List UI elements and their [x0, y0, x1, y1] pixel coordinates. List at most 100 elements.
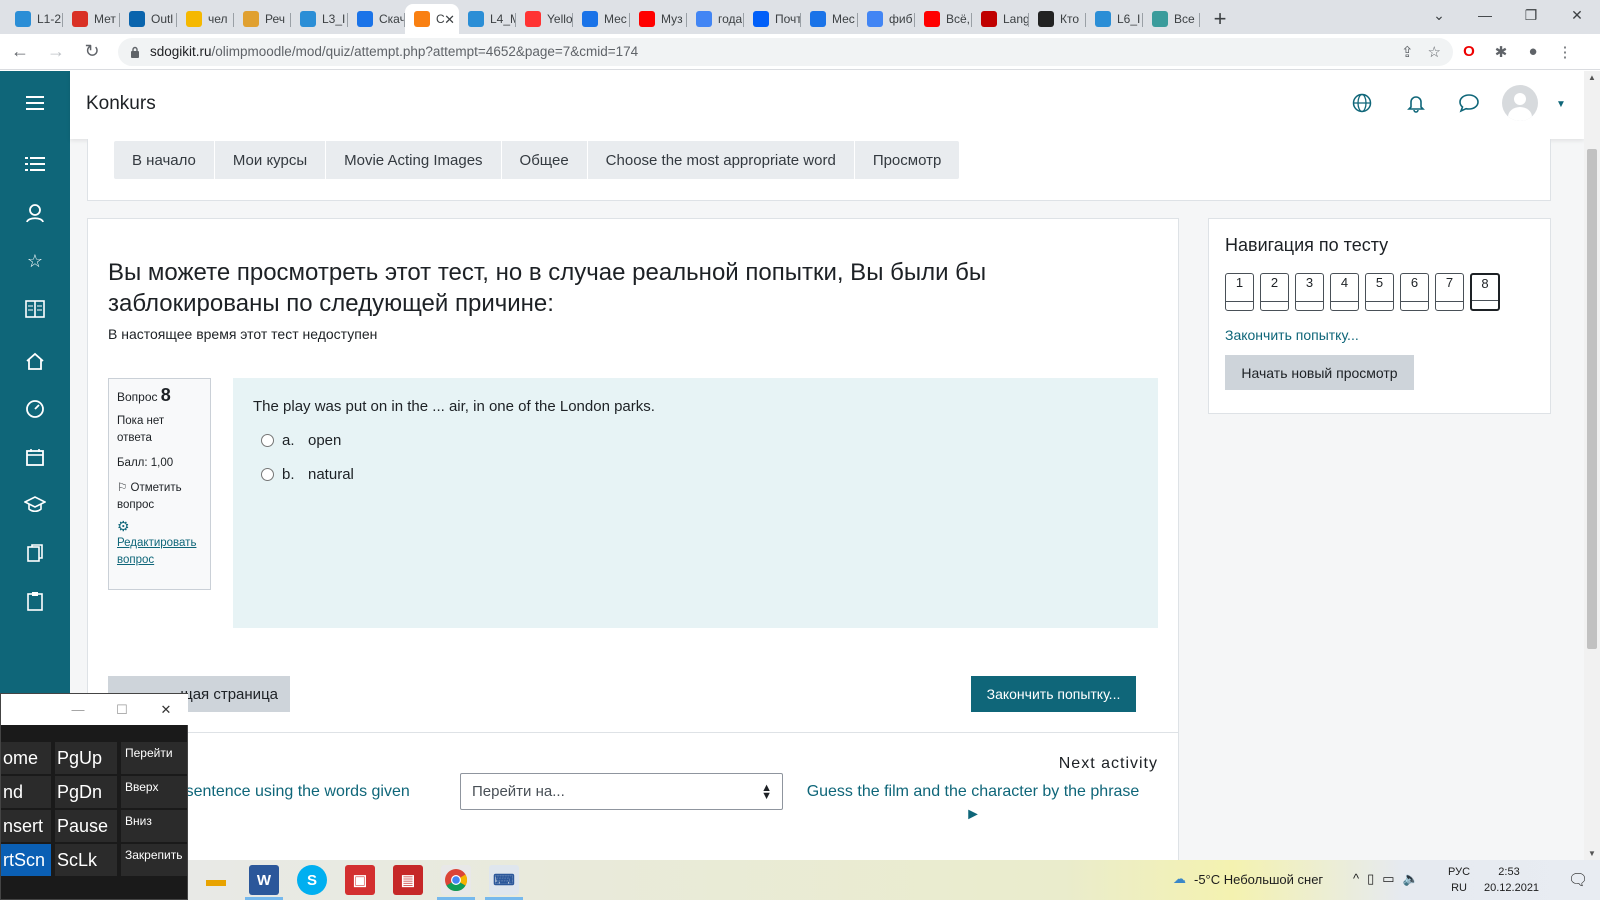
browser-tab[interactable]: Outl	[120, 4, 177, 34]
flag-question-link[interactable]: ⚐ Отметить вопрос	[117, 480, 202, 514]
back-icon[interactable]: ←	[4, 36, 36, 68]
browser-tab[interactable]: Мес	[801, 4, 858, 34]
tray-volume-icon[interactable]: 🔈	[1403, 871, 1419, 887]
close-icon[interactable]: ✕	[144, 702, 188, 718]
osk-app-icon[interactable]: ⌨	[489, 865, 519, 895]
tray-chevron-icon[interactable]: ^	[1353, 871, 1359, 887]
radio-button-b[interactable]	[261, 468, 274, 481]
quiz-nav-page-button[interactable]: 1	[1225, 273, 1254, 311]
browser-tab[interactable]: Всё,	[915, 4, 972, 34]
chrome-icon[interactable]	[441, 865, 471, 895]
extensions-puzzle-icon[interactable]: ✱	[1485, 36, 1517, 68]
breadcrumb-item[interactable]: Общее	[500, 141, 587, 179]
home-icon[interactable]	[23, 349, 47, 373]
radio-button-a[interactable]	[261, 434, 274, 447]
tab-search-chevron-icon[interactable]: ⌄	[1416, 0, 1462, 30]
graduation-cap-icon[interactable]	[23, 493, 47, 517]
hamburger-menu-icon[interactable]	[23, 91, 47, 115]
answer-option-b[interactable]: b. natural	[253, 466, 1138, 483]
osk-key[interactable]: Вверх	[121, 776, 187, 808]
quiz-nav-page-button[interactable]: 2	[1260, 273, 1289, 311]
browser-tab[interactable]: Реч	[234, 4, 291, 34]
browser-tab[interactable]: С ✕	[405, 4, 459, 34]
weather-widget[interactable]: ☁ -5°C Небольшой снег	[1173, 871, 1323, 887]
new-tab-icon[interactable]: +	[1204, 4, 1236, 34]
osk-key[interactable]: PgUp	[55, 742, 117, 774]
quiz-nav-page-button[interactable]: 3	[1295, 273, 1324, 311]
osk-key[interactable]: rtScn	[1, 844, 51, 876]
dashboard-gauge-icon[interactable]	[23, 397, 47, 421]
pdf-icon[interactable]: ▤	[393, 865, 423, 895]
site-title[interactable]: Konkurs	[86, 93, 156, 115]
quiz-nav-page-button[interactable]: 5	[1365, 273, 1394, 311]
osk-key[interactable]: Перейти	[121, 742, 187, 774]
answer-text[interactable]: open	[308, 432, 341, 449]
osk-key[interactable]: PgDn	[55, 776, 117, 808]
skype-icon[interactable]: S	[297, 865, 327, 895]
page-scrollbar[interactable]: ▲ ▼	[1584, 71, 1600, 860]
browser-tab[interactable]: Все	[1143, 4, 1200, 34]
taskbar-clock[interactable]: 2:53 20.12.2021	[1484, 864, 1539, 896]
finish-attempt-button[interactable]: Закончить попытку...	[971, 676, 1136, 712]
answer-option-a[interactable]: a. open	[253, 432, 1138, 449]
osk-key[interactable]: Закрепить	[121, 844, 187, 876]
osk-key[interactable]: Pause	[55, 810, 117, 842]
input-language-indicator[interactable]: РУС RU	[1448, 864, 1470, 896]
scroll-down-arrow-icon[interactable]: ▼	[1588, 849, 1596, 858]
next-activity-link[interactable]: Guess the film and the character by the …	[803, 780, 1143, 826]
minimize-icon[interactable]: —	[1462, 0, 1508, 30]
kebab-menu-icon[interactable]: ⋮	[1549, 36, 1581, 68]
scroll-up-arrow-icon[interactable]: ▲	[1588, 73, 1596, 82]
opera-extension-icon[interactable]: O	[1453, 36, 1485, 68]
jump-to-select[interactable]: Перейти на... ▲ ▼	[460, 773, 783, 810]
quiz-nav-page-button[interactable]: 4	[1330, 273, 1359, 311]
browser-tab[interactable]: Скач	[348, 4, 405, 34]
calendar-icon[interactable]	[23, 445, 47, 469]
gear-icon[interactable]: ⚙	[117, 518, 202, 535]
osk-key[interactable]: ScLk	[55, 844, 117, 876]
maximize-icon[interactable]: ☐	[100, 702, 144, 718]
word-icon[interactable]: W	[249, 865, 279, 895]
answer-text[interactable]: natural	[308, 466, 354, 483]
reader-icon[interactable]: ▣	[345, 865, 375, 895]
osk-key[interactable]: Вниз	[121, 810, 187, 842]
files-icon[interactable]	[23, 541, 47, 565]
breadcrumb-item[interactable]: В начало	[114, 141, 214, 179]
browser-tab[interactable]: года	[687, 4, 744, 34]
clipboard-icon[interactable]	[23, 589, 47, 613]
breadcrumb-item[interactable]: Мои курсы	[213, 141, 325, 179]
osk-key[interactable]: nsert	[1, 810, 51, 842]
browser-tab[interactable]: L6_I	[1086, 4, 1143, 34]
quiz-nav-finish-link[interactable]: Закончить попытку...	[1225, 327, 1359, 343]
breadcrumb-item[interactable]: Choose the most appropriate word	[586, 141, 854, 179]
browser-tab[interactable]: Кто	[1029, 4, 1086, 34]
browser-tab[interactable]: Мет	[63, 4, 120, 34]
browser-tab[interactable]: чел	[177, 4, 234, 34]
start-new-preview-button[interactable]: Начать новый просмотр	[1225, 355, 1414, 390]
tab-close-icon[interactable]: ✕	[444, 12, 455, 28]
browser-tab[interactable]: L3_I	[291, 4, 348, 34]
browser-tab[interactable]: L1-2	[6, 4, 63, 34]
minimize-icon[interactable]: —	[56, 702, 100, 717]
notification-center-icon[interactable]: 🗨	[1568, 870, 1588, 890]
quiz-nav-page-button[interactable]: 6	[1400, 273, 1429, 311]
address-bar[interactable]: sdogikit.ru/olimpmoodle/mod/quiz/attempt…	[118, 37, 1453, 66]
bell-notification-icon[interactable]	[1406, 93, 1426, 119]
browser-tab[interactable]: фиб	[858, 4, 915, 34]
tray-usb-icon[interactable]: ▯	[1367, 871, 1374, 887]
browser-tab[interactable]: Yello	[516, 4, 573, 34]
share-icon[interactable]: ⇪	[1401, 43, 1414, 61]
bookmark-star-icon[interactable]: ☆	[1428, 43, 1441, 61]
user-avatar[interactable]	[1502, 85, 1538, 121]
messages-chat-icon[interactable]	[1458, 93, 1480, 119]
breadcrumb-item[interactable]: Просмотр	[853, 141, 960, 179]
scrollbar-thumb[interactable]	[1587, 149, 1597, 649]
breadcrumb-item[interactable]: Movie Acting Images	[325, 141, 500, 179]
restore-icon[interactable]: ❐	[1508, 0, 1554, 30]
tray-battery-icon[interactable]: ▭	[1382, 871, 1394, 887]
close-window-icon[interactable]: ✕	[1554, 0, 1600, 30]
star-icon[interactable]: ☆	[23, 249, 47, 273]
list-icon[interactable]	[23, 152, 47, 176]
browser-tab[interactable]: Lang	[972, 4, 1029, 34]
globe-language-icon[interactable]	[1352, 93, 1372, 119]
